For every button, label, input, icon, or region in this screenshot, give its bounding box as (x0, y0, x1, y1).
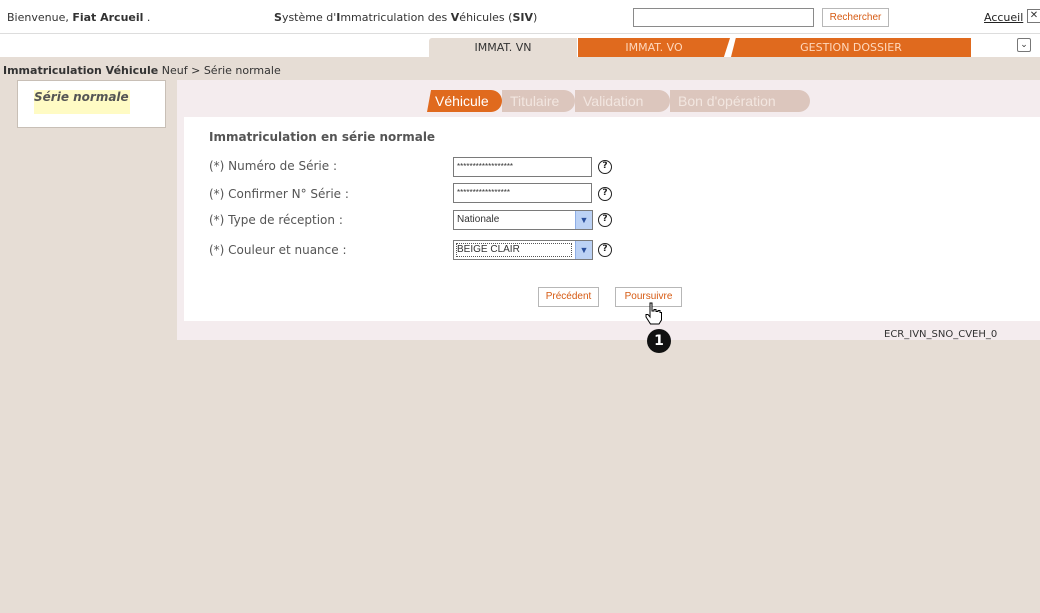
previous-button[interactable]: Précédent (538, 287, 599, 307)
help-icon[interactable]: ? (598, 243, 612, 257)
tab-bar: IMMAT. VN IMMAT. VO GESTION DOSSIER ⌄ (0, 34, 1040, 57)
step-vehicule: Véhicule (427, 90, 502, 112)
user-name: Fiat Arcueil (72, 11, 144, 24)
field-label-type-reception: (*) Type de réception : (209, 213, 343, 227)
sidebar-item-label: Série normale (34, 90, 130, 114)
close-icon[interactable]: ✕ (1027, 9, 1040, 23)
chevron-down-icon[interactable]: ▼ (575, 241, 592, 259)
step-bon-operation: Bon d'opération (670, 90, 810, 112)
expand-icon[interactable]: ⌄ (1017, 38, 1031, 52)
step-validation: Validation (575, 90, 670, 112)
breadcrumb-page: Série normale (203, 64, 281, 77)
breadcrumb-separator: > (187, 64, 204, 77)
title-letter-s: S (274, 11, 282, 24)
field-label-couleur-nuance: (*) Couleur et nuance : (209, 243, 347, 257)
breadcrumb-section-tail: Neuf (158, 64, 188, 77)
help-icon[interactable]: ? (598, 213, 612, 227)
chevron-down-icon[interactable]: ▼ (575, 211, 592, 229)
form-title: Immatriculation en série normale (209, 130, 436, 144)
field-label-numero-serie: (*) Numéro de Série : (209, 159, 337, 173)
couleur-nuance-select[interactable]: BEIGE CLAIR ▼ (453, 240, 593, 260)
welcome-prefix: Bienvenue, (7, 11, 69, 24)
screen-code: ECR_IVN_SNO_CVEH_0 (884, 329, 998, 340)
top-bar: Bienvenue, Fiat Arcueil . Système d'Imma… (0, 0, 1040, 34)
help-icon[interactable]: ? (598, 160, 612, 174)
title-part: ystème d' (281, 11, 337, 24)
title-part: éhicules ( (459, 11, 513, 24)
welcome-suffix: . (146, 11, 151, 24)
field-label-confirmer-serie: (*) Confirmer N° Série : (209, 187, 349, 201)
welcome-message: Bienvenue, Fiat Arcueil . (7, 11, 150, 24)
search-button[interactable]: Rechercher (822, 8, 889, 27)
search-input[interactable] (633, 8, 814, 27)
tab-immat-vo[interactable]: IMMAT. VO (578, 38, 730, 57)
step-titulaire: Titulaire (502, 90, 575, 112)
help-icon[interactable]: ? (598, 187, 612, 201)
confirmer-serie-input[interactable]: ***************** (453, 183, 592, 203)
home-link[interactable]: Accueil (984, 11, 1023, 24)
title-part: mmatriculation des (340, 11, 451, 24)
type-reception-value: Nationale (457, 214, 500, 225)
type-reception-select[interactable]: Nationale ▼ (453, 210, 593, 230)
system-title: Système d'Immatriculation des Véhicules … (274, 11, 537, 24)
tab-gestion-dossier[interactable]: GESTION DOSSIER (731, 38, 971, 57)
tab-immat-vn[interactable]: IMMAT. VN (429, 38, 577, 57)
numero-serie-input[interactable]: ****************** (453, 157, 592, 177)
sidebar-item-serie-normale[interactable]: Série normale (17, 80, 166, 128)
breadcrumb: Immatriculation Véhicule Neuf > Série no… (3, 64, 281, 77)
breadcrumb-section: Immatriculation Véhicule (3, 64, 159, 77)
focus-ring (456, 243, 572, 257)
title-part: ) (533, 11, 538, 24)
title-abbr: SIV (512, 11, 533, 24)
step-number-badge: 1 (647, 329, 671, 353)
hand-cursor-icon (645, 302, 662, 325)
